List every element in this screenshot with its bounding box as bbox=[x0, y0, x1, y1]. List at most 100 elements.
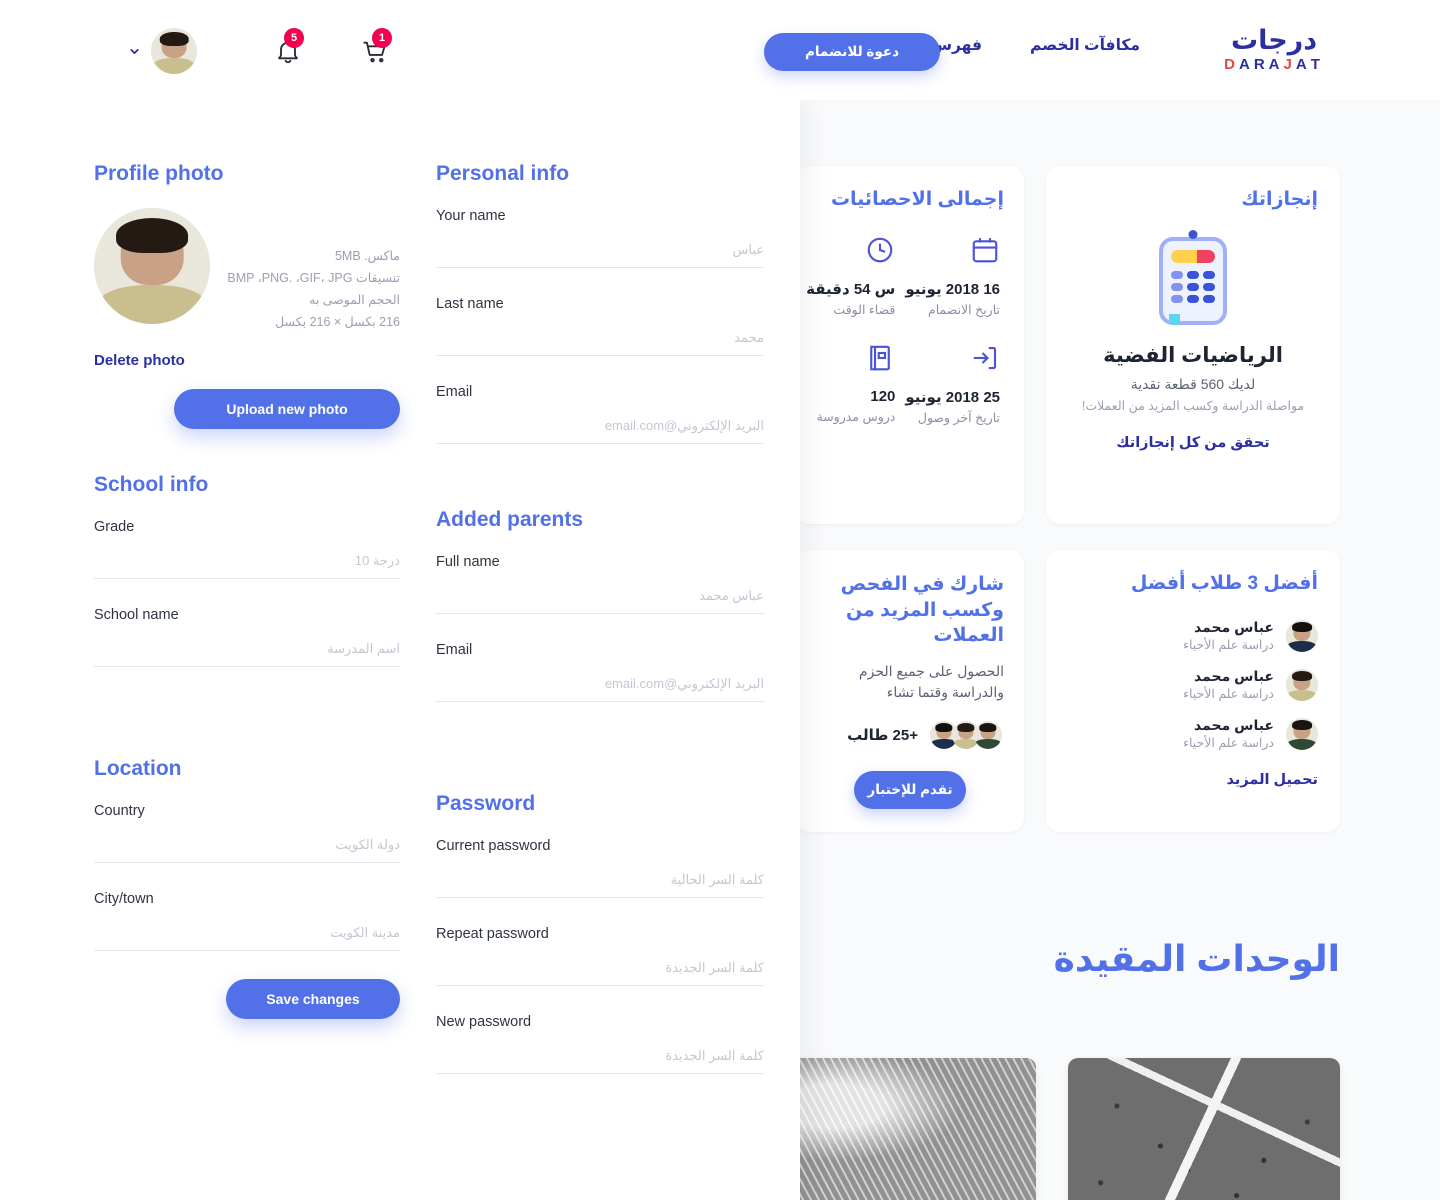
apply-for-exam-button[interactable]: تقدم للإختبار bbox=[854, 770, 966, 809]
photo-requirements: ماكس. 5MB تنسيقات BMP ،PNG. ،GIF، JPG ال… bbox=[226, 208, 400, 334]
section-title: Password bbox=[436, 792, 536, 815]
field-label: Grade bbox=[94, 518, 135, 535]
stat-label: تاريخ الانضمام bbox=[927, 303, 1000, 317]
avatar bbox=[151, 28, 197, 74]
your-name-field: Your name bbox=[436, 208, 764, 268]
student-subject: دراسة علم الأحياء bbox=[1183, 687, 1274, 701]
city-town-input[interactable] bbox=[94, 924, 400, 951]
field-label: Country bbox=[94, 802, 145, 819]
profile-photo-preview bbox=[94, 208, 210, 324]
stat-time-spent: س 54 دقيقة قضاء الوقت bbox=[806, 235, 899, 317]
brand-logo[interactable]: درجات DARAJAT bbox=[1204, 24, 1344, 76]
school-info-section: School info Grade School name bbox=[94, 473, 400, 667]
section-title: Added parents bbox=[436, 508, 584, 531]
exam-promo-card: شارك في الفحص وكسب المزيد من العملات الح… bbox=[796, 550, 1024, 832]
load-more-link[interactable]: تحميل المزيد bbox=[1068, 772, 1318, 788]
achievements-body: الرياضيات الفضية لديك 560 قطعة نقدية موا… bbox=[1068, 237, 1318, 451]
nav-discount-rewards[interactable]: مكافآت الخصم bbox=[1030, 36, 1140, 55]
country-input[interactable] bbox=[94, 836, 400, 863]
email-field: Email bbox=[436, 384, 764, 444]
logo-latin-text: DARAJAT bbox=[1224, 56, 1324, 73]
field-label: Full name bbox=[436, 554, 500, 570]
achievements-title: إنجازاتك bbox=[1241, 189, 1318, 210]
section-title: Location bbox=[94, 756, 182, 780]
profile-photo-row: ماكس. 5MB تنسيقات BMP ،PNG. ،GIF، JPG ال… bbox=[94, 208, 400, 334]
parent-email-field: Email bbox=[436, 642, 764, 702]
list-item[interactable]: عباس محمد دراسة علم الأحياء bbox=[1068, 660, 1318, 709]
exam-students-row: +25 طالب bbox=[816, 718, 1004, 751]
student-name: عباس محمد bbox=[1194, 717, 1274, 733]
hint-line-3: الحجم الموصى به bbox=[309, 292, 400, 307]
field-label: City/town bbox=[94, 890, 154, 907]
your-name-input[interactable] bbox=[436, 242, 764, 268]
units-section-title: الوحدات المقيدة bbox=[1053, 938, 1340, 979]
stat-value: 16 2018 يونيو bbox=[905, 281, 1000, 298]
added-parents-section: Added parents Full name Email bbox=[436, 508, 764, 702]
email-input[interactable] bbox=[436, 418, 764, 444]
stat-label: دروس مدروسة bbox=[816, 410, 896, 424]
school-name-field: School name bbox=[94, 607, 400, 667]
student-name: عباس محمد bbox=[1194, 668, 1274, 684]
unit-thumbnail-leaves[interactable] bbox=[764, 1058, 1036, 1200]
avatar bbox=[1286, 668, 1318, 701]
exam-title: شارك في الفحص وكسب المزيد من العملات bbox=[840, 574, 1004, 647]
stat-last-access: 25 2018 يونيو تاريخ آخر وصول bbox=[905, 343, 1004, 425]
last-name-input[interactable] bbox=[436, 330, 764, 356]
stat-label: تاريخ آخر وصول bbox=[917, 411, 1000, 425]
exam-students-count: +25 طالب bbox=[847, 726, 918, 744]
last-name-field: Last name bbox=[436, 296, 764, 356]
calendar-icon bbox=[905, 235, 1000, 270]
cart-button[interactable]: 1 bbox=[360, 28, 392, 68]
chevron-down-icon bbox=[130, 48, 139, 54]
notifications-button[interactable]: 5 bbox=[272, 28, 304, 68]
save-changes-button[interactable]: Save changes bbox=[226, 978, 400, 1019]
field-label: Current password bbox=[436, 838, 551, 854]
current-password-input[interactable] bbox=[436, 872, 764, 898]
achievements-card: إنجازاتك الرياضيات الفضية لديك 560 قطعة … bbox=[1046, 166, 1340, 524]
list-item[interactable]: عباس محمد دراسة علم الأحياء bbox=[1068, 709, 1318, 758]
clock-icon bbox=[806, 235, 895, 270]
field-label: School name bbox=[94, 606, 179, 623]
check-achievements-link[interactable]: تحقق من كل إنجازاتك bbox=[1068, 435, 1318, 451]
student-subject: دراسة علم الأحياء bbox=[1183, 638, 1274, 652]
unit-thumbnail-city[interactable] bbox=[1068, 1058, 1340, 1200]
stat-value: س 54 دقيقة bbox=[806, 281, 896, 298]
profile-photo-section: Profile photo ماكس. 5MB تنسيقات BMP ،PNG… bbox=[94, 162, 400, 429]
delete-photo-link[interactable]: Delete photo bbox=[94, 352, 400, 369]
new-password-input[interactable] bbox=[436, 1048, 764, 1074]
stat-value: 25 2018 يونيو bbox=[905, 389, 1000, 406]
statistics-grid: 16 2018 يونيو تاريخ الانضمام س 54 دقيقة … bbox=[806, 235, 1004, 425]
hint-line-2: تنسيقات BMP ،PNG. ،GIF، JPG bbox=[227, 270, 400, 285]
settings-column-secondary: Profile photo ماكس. 5MB تنسيقات BMP ،PNG… bbox=[94, 162, 400, 1019]
user-menu[interactable] bbox=[128, 28, 197, 74]
list-item[interactable]: عباس محمد دراسة علم الأحياء bbox=[1068, 611, 1318, 660]
grade-input[interactable] bbox=[94, 552, 400, 579]
book-icon bbox=[806, 343, 895, 378]
upload-new-photo-button[interactable]: Upload new photo bbox=[174, 388, 400, 429]
avatar bbox=[1286, 619, 1318, 652]
repeat-password-input[interactable] bbox=[436, 960, 764, 986]
personal-info-section: Personal info Your name Last name Email bbox=[436, 162, 764, 444]
statistics-title: إجمالى الاحصائيات bbox=[830, 189, 1004, 210]
section-title: School info bbox=[94, 472, 209, 496]
logo-arabic-text: درجات bbox=[1230, 25, 1318, 55]
avatar bbox=[972, 718, 1004, 751]
new-password-field: New password bbox=[436, 1014, 764, 1074]
settings-column-primary: Personal info Your name Last name Email … bbox=[436, 162, 764, 1102]
student-subject: دراسة علم الأحياء bbox=[1183, 736, 1274, 750]
stat-label: قضاء الوقت bbox=[833, 303, 896, 317]
hint-line-4: 216 بكسل × 216 بكسل bbox=[275, 314, 400, 329]
parent-full-name-input[interactable] bbox=[436, 588, 764, 614]
invite-to-join-button[interactable]: دعوة للانضمام bbox=[764, 33, 940, 71]
total-statistics-card: إجمالى الاحصائيات 16 2018 يونيو تاريخ ال… bbox=[796, 166, 1024, 524]
grade-field: Grade bbox=[94, 519, 400, 579]
avatar-stack bbox=[928, 718, 1004, 751]
field-label: Email bbox=[436, 642, 473, 658]
school-name-input[interactable] bbox=[94, 640, 400, 667]
stat-value: 120 bbox=[870, 388, 896, 405]
app-root: إجمالى الاحصائيات 16 2018 يونيو تاريخ ال… bbox=[0, 0, 1440, 1200]
field-label: Last name bbox=[436, 296, 504, 312]
parent-email-input[interactable] bbox=[436, 676, 764, 702]
stat-lessons: 120 دروس مدروسة bbox=[806, 343, 899, 425]
student-name: عباس محمد bbox=[1194, 619, 1274, 635]
